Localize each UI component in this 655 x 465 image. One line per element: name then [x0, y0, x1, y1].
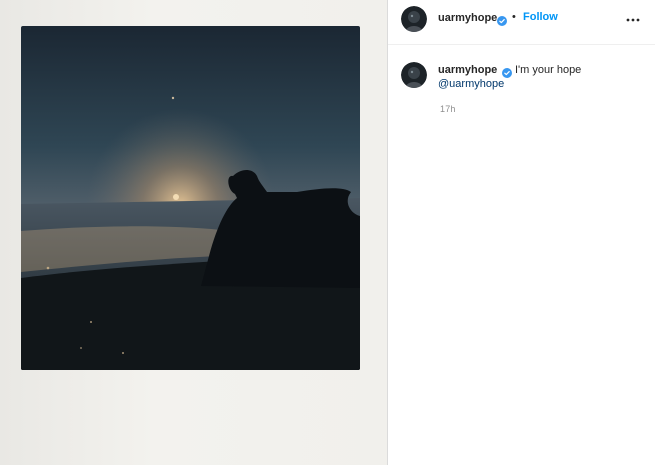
- more-options-icon[interactable]: [625, 12, 641, 28]
- caption-username[interactable]: uarmyhope: [438, 64, 497, 76]
- post-photo[interactable]: [21, 26, 360, 370]
- header-separator: •: [512, 11, 516, 23]
- post-timestamp[interactable]: 17h: [440, 104, 456, 114]
- follow-button[interactable]: Follow: [523, 11, 558, 23]
- header-username[interactable]: uarmyhope: [438, 12, 497, 24]
- post-photo-panel[interactable]: [0, 0, 387, 465]
- caption-text: I'm your hope: [515, 64, 582, 76]
- post-header: uarmyhope • Follow: [388, 0, 655, 45]
- caption-avatar[interactable]: [401, 62, 427, 88]
- caption-mention-link[interactable]: @uarmyhope: [438, 78, 504, 90]
- verified-badge-icon: [502, 65, 512, 78]
- verified-badge-icon: [497, 13, 507, 26]
- author-avatar[interactable]: [401, 6, 427, 32]
- post-sidebar: uarmyhope • Follow uarmyhope I'm your ho…: [388, 0, 655, 465]
